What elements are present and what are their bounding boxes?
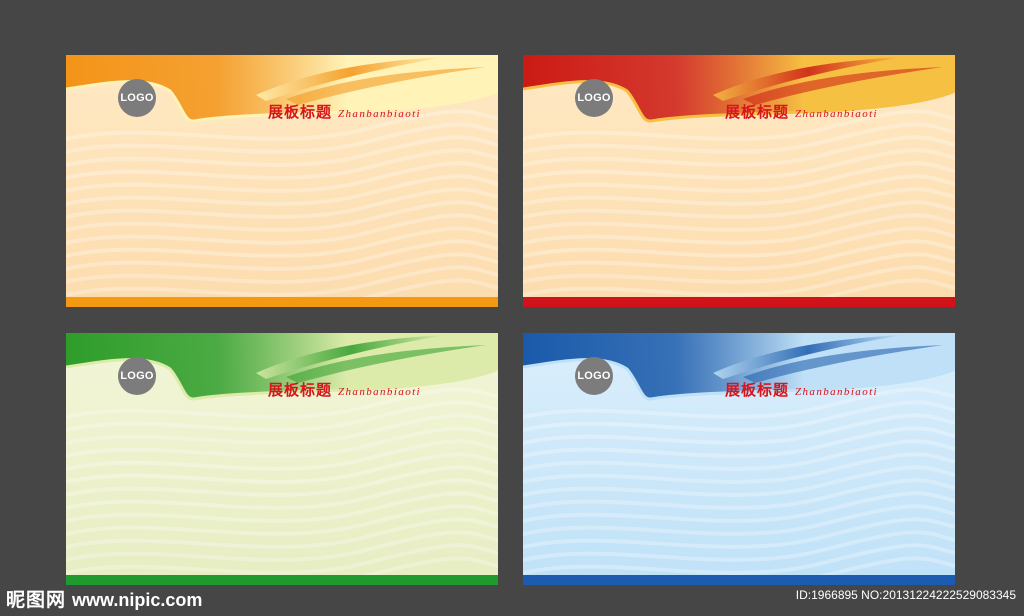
bottom-bar — [523, 575, 955, 585]
title-pinyin: Zhanbanbiaoti — [338, 108, 422, 120]
title-pinyin: Zhanbanbiaoti — [338, 386, 422, 398]
site-url: www.nipic.com — [72, 590, 203, 610]
board-orange: LOGO 展板标题 Zhanbanbiaoti — [66, 55, 498, 307]
title-chinese: 展板标题 — [268, 381, 333, 399]
logo-text: LOGO — [120, 370, 154, 382]
title-pinyin: Zhanbanbiaoti — [795, 386, 879, 398]
logo-badge: LOGO — [575, 357, 613, 395]
board-title: 展板标题 Zhanbanbiaoti — [725, 379, 878, 400]
board-blue: LOGO 展板标题 Zhanbanbiaoti — [523, 333, 955, 585]
board-red: LOGO 展板标题 Zhanbanbiaoti — [523, 55, 955, 307]
logo-text: LOGO — [577, 92, 611, 104]
bottom-bar — [66, 575, 498, 585]
board-green: LOGO 展板标题 Zhanbanbiaoti — [66, 333, 498, 585]
board-title: 展板标题 Zhanbanbiaoti — [725, 101, 878, 122]
logo-badge: LOGO — [575, 79, 613, 117]
title-pinyin: Zhanbanbiaoti — [795, 108, 879, 120]
image-id-watermark: ID:1966895 NO:20131224222529083345 — [795, 588, 1016, 602]
logo-badge: LOGO — [118, 357, 156, 395]
title-chinese: 展板标题 — [725, 381, 790, 399]
board-title: 展板标题 Zhanbanbiaoti — [268, 379, 421, 400]
title-chinese: 展板标题 — [725, 103, 790, 121]
logo-text: LOGO — [120, 92, 154, 104]
logo-text: LOGO — [577, 370, 611, 382]
site-name: 昵图网 — [6, 589, 67, 611]
logo-badge: LOGO — [118, 79, 156, 117]
title-chinese: 展板标题 — [268, 103, 333, 121]
site-watermark: 昵图网 www.nipic.com — [6, 585, 202, 612]
bottom-bar — [523, 297, 955, 307]
bottom-bar — [66, 297, 498, 307]
board-title: 展板标题 Zhanbanbiaoti — [268, 101, 421, 122]
